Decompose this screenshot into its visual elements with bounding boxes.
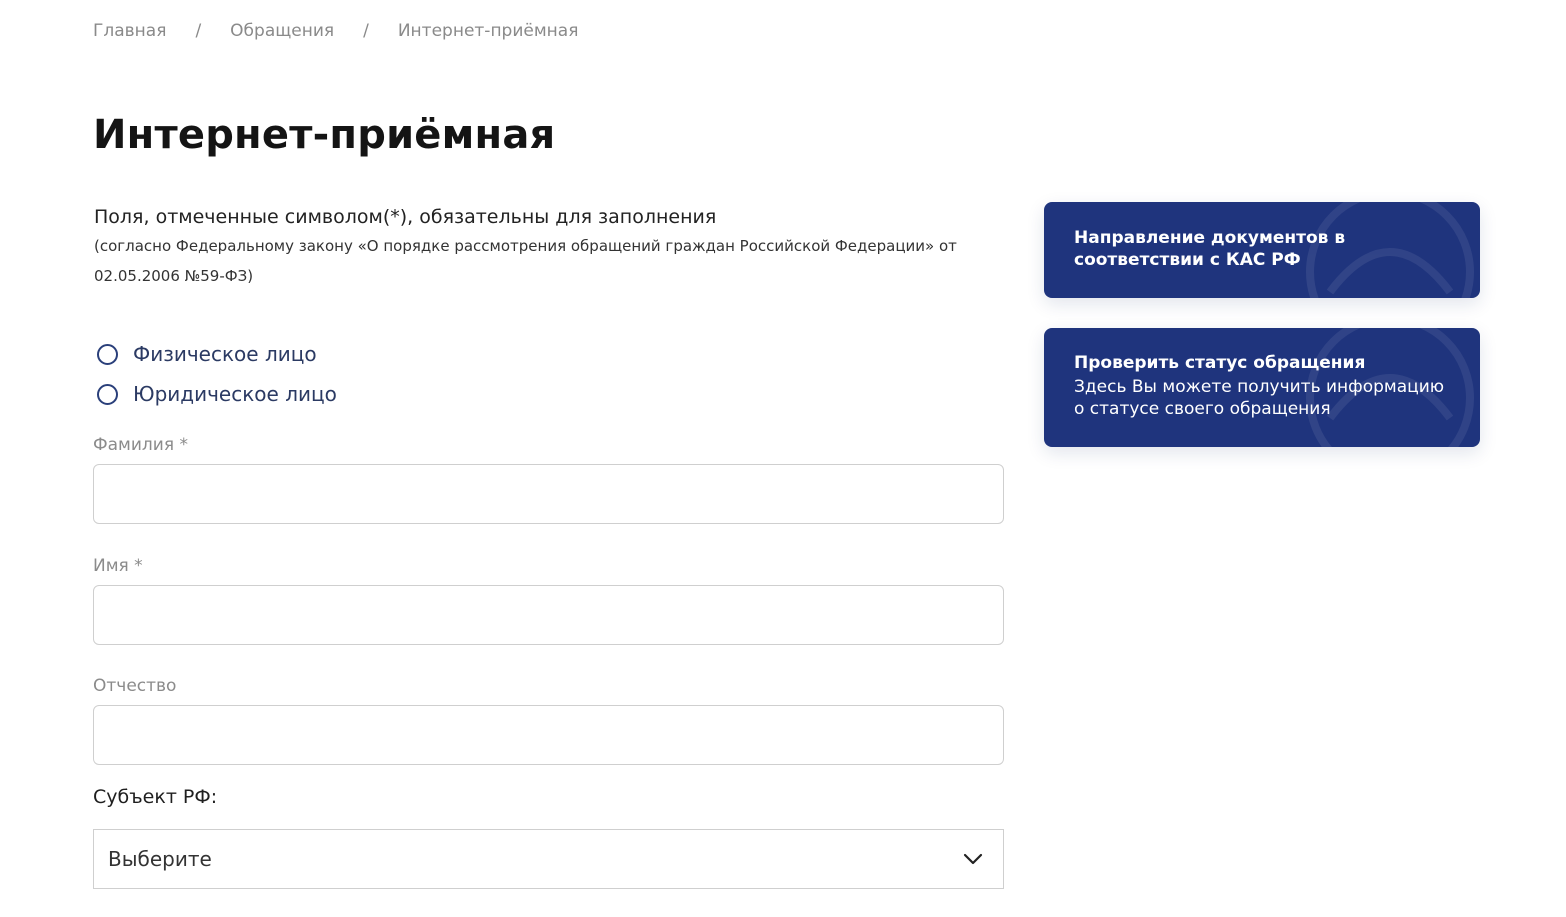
status-card-title[interactable]: Проверить статус обращения bbox=[1074, 352, 1450, 374]
radio-legal-entity-label[interactable]: Юридическое лицо bbox=[133, 382, 337, 406]
first-name-label: Имя * bbox=[93, 556, 143, 576]
radio-individual-circle[interactable] bbox=[97, 343, 118, 365]
breadcrumb-appeals[interactable]: Обращения bbox=[230, 21, 334, 41]
breadcrumb-current: Интернет-приёмная bbox=[397, 21, 579, 41]
status-card-text[interactable]: Здесь Вы можете получить информацию о ст… bbox=[1074, 376, 1450, 420]
radio-legal-entity-circle[interactable] bbox=[97, 383, 118, 405]
last-name-input[interactable] bbox=[93, 464, 1004, 524]
first-name-field: Имя * bbox=[93, 554, 1004, 645]
radio-individual[interactable]: Физическое лицо bbox=[97, 334, 337, 374]
page-title: Интернет-приёмная bbox=[93, 112, 556, 158]
kas-card-title[interactable]: Направление документов в соответствии с … bbox=[1074, 227, 1450, 271]
last-name-label: Фамилия * bbox=[93, 435, 188, 455]
required-notice-law: (согласно Федеральному закону «О порядке… bbox=[94, 237, 957, 285]
region-label: Субъект РФ: bbox=[93, 786, 218, 808]
region-select[interactable]: Выберите bbox=[93, 829, 1004, 889]
person-type-radio-group: Физическое лицо Юридическое лицо bbox=[97, 334, 337, 414]
required-fields-notice: Поля, отмеченные символом(*), обязательн… bbox=[94, 205, 974, 291]
patronymic-field: Отчество bbox=[93, 674, 1004, 765]
region-select-value[interactable]: Выберите bbox=[108, 847, 212, 871]
radio-legal-entity[interactable]: Юридическое лицо bbox=[97, 374, 337, 414]
last-name-field: Фамилия * bbox=[93, 433, 1004, 524]
breadcrumb: Главная / Обращения / Интернет-приёмная bbox=[93, 21, 578, 41]
breadcrumb-home[interactable]: Главная bbox=[93, 21, 166, 41]
radio-individual-label[interactable]: Физическое лицо bbox=[133, 342, 317, 366]
first-name-input[interactable] bbox=[93, 585, 1004, 645]
kas-documents-card[interactable]: Направление документов в соответствии с … bbox=[1044, 202, 1480, 298]
required-notice-main: Поля, отмеченные символом(*), обязательн… bbox=[94, 206, 717, 228]
chevron-down-icon[interactable] bbox=[961, 847, 985, 871]
breadcrumb-separator: / bbox=[363, 21, 369, 41]
patronymic-label: Отчество bbox=[93, 676, 177, 696]
breadcrumb-separator: / bbox=[195, 21, 202, 41]
check-status-card[interactable]: Проверить статус обращения Здесь Вы може… bbox=[1044, 328, 1480, 447]
patronymic-input[interactable] bbox=[93, 705, 1004, 765]
